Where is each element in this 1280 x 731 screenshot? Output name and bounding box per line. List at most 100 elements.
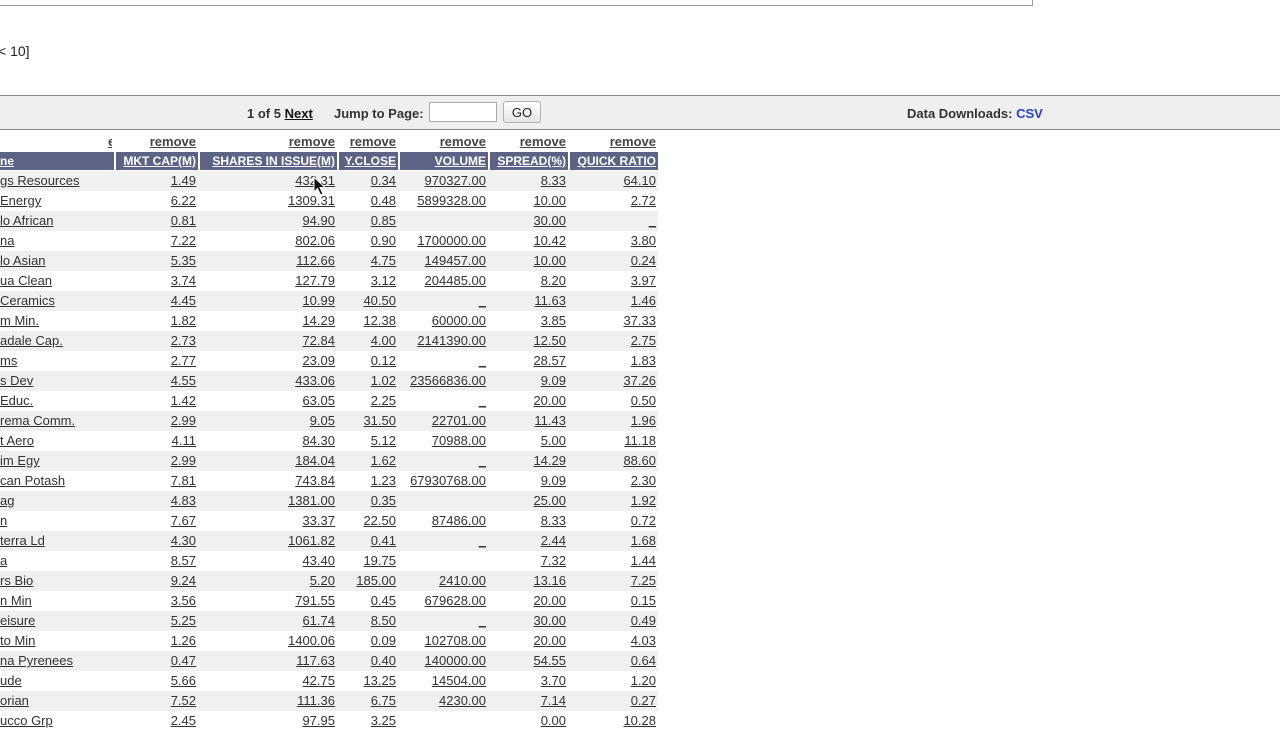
table-cell[interactable]: 2141390.00 bbox=[400, 331, 488, 351]
table-cell[interactable]: 10.99 bbox=[200, 291, 337, 311]
column-header[interactable]: ne bbox=[0, 152, 114, 170]
table-cell[interactable]: 9.05 bbox=[200, 411, 337, 431]
table-cell[interactable]: 14504.00 bbox=[400, 671, 488, 691]
table-cell[interactable]: 7.14 bbox=[490, 691, 568, 711]
company-name-link[interactable]: orian bbox=[0, 691, 112, 711]
table-cell[interactable]: 37.33 bbox=[570, 311, 658, 331]
table-cell[interactable]: 20.00 bbox=[490, 631, 568, 651]
table-cell[interactable]: 4.00 bbox=[339, 331, 398, 351]
table-cell[interactable]: 1.96 bbox=[570, 411, 658, 431]
table-cell[interactable]: 63.05 bbox=[200, 391, 337, 411]
jump-to-page-input[interactable] bbox=[429, 102, 497, 122]
table-cell[interactable]: 3.25 bbox=[339, 711, 398, 731]
table-cell[interactable]: 67930768.00 bbox=[400, 471, 488, 491]
table-cell[interactable]: 1.68 bbox=[570, 531, 658, 551]
table-cell[interactable]: 0.15 bbox=[570, 591, 658, 611]
table-cell[interactable]: 8.50 bbox=[339, 611, 398, 631]
table-cell[interactable]: 3.85 bbox=[490, 311, 568, 331]
table-cell[interactable]: 14.29 bbox=[200, 311, 337, 331]
table-cell[interactable]: 31.50 bbox=[339, 411, 398, 431]
column-header[interactable]: MKT CAP(M) bbox=[116, 152, 198, 170]
table-cell[interactable]: 112.66 bbox=[200, 251, 337, 271]
table-cell[interactable]: 1.92 bbox=[570, 491, 658, 511]
table-cell[interactable]: 60000.00 bbox=[400, 311, 488, 331]
company-name-link[interactable]: Educ. bbox=[0, 391, 112, 411]
company-name-link[interactable]: eisure bbox=[0, 611, 112, 631]
table-cell[interactable]: 3.80 bbox=[570, 231, 658, 251]
table-cell[interactable]: 7.32 bbox=[490, 551, 568, 571]
table-cell[interactable]: 30.00 bbox=[490, 611, 568, 631]
table-cell[interactable]: 140000.00 bbox=[400, 651, 488, 671]
company-name-link[interactable]: ucco Grp bbox=[0, 711, 112, 731]
table-cell[interactable]: 679628.00 bbox=[400, 591, 488, 611]
table-cell[interactable]: _ bbox=[400, 611, 488, 631]
table-cell[interactable] bbox=[400, 211, 488, 231]
company-name-link[interactable]: Energy bbox=[0, 191, 112, 211]
remove-column-link[interactable]: remove bbox=[398, 134, 486, 150]
table-cell[interactable]: 102708.00 bbox=[400, 631, 488, 651]
table-cell[interactable]: 61.74 bbox=[200, 611, 337, 631]
table-cell[interactable]: 3.97 bbox=[570, 271, 658, 291]
table-cell[interactable]: 10.42 bbox=[490, 231, 568, 251]
table-cell[interactable]: 1061.82 bbox=[200, 531, 337, 551]
company-name-link[interactable]: ua Clean bbox=[0, 271, 112, 291]
table-cell[interactable]: 1400.06 bbox=[200, 631, 337, 651]
table-cell[interactable]: 0.12 bbox=[339, 351, 398, 371]
table-cell[interactable]: 9.09 bbox=[490, 371, 568, 391]
top-input-frame[interactable] bbox=[0, 0, 1033, 6]
table-cell[interactable]: 7.22 bbox=[116, 231, 198, 251]
table-cell[interactable]: 2.30 bbox=[570, 471, 658, 491]
table-cell[interactable]: _ bbox=[400, 351, 488, 371]
table-cell[interactable]: _ bbox=[400, 391, 488, 411]
company-name-link[interactable]: ude bbox=[0, 671, 112, 691]
table-cell[interactable]: 11.43 bbox=[490, 411, 568, 431]
company-name-link[interactable]: ms bbox=[0, 351, 112, 371]
table-cell[interactable]: 12.38 bbox=[339, 311, 398, 331]
table-cell[interactable]: 72.84 bbox=[200, 331, 337, 351]
table-cell[interactable]: 5.20 bbox=[200, 571, 337, 591]
table-cell[interactable]: 4.75 bbox=[339, 251, 398, 271]
table-cell[interactable]: 88.60 bbox=[570, 451, 658, 471]
table-cell[interactable]: 10.28 bbox=[570, 711, 658, 731]
table-cell[interactable]: 2.44 bbox=[490, 531, 568, 551]
table-cell[interactable]: 7.52 bbox=[116, 691, 198, 711]
table-cell[interactable]: 5.35 bbox=[116, 251, 198, 271]
company-name-link[interactable]: s Dev bbox=[0, 371, 112, 391]
table-cell[interactable]: 2410.00 bbox=[400, 571, 488, 591]
table-cell[interactable]: 1.62 bbox=[339, 451, 398, 471]
table-cell[interactable]: 8.20 bbox=[490, 271, 568, 291]
table-cell[interactable]: 0.47 bbox=[116, 651, 198, 671]
next-page-link[interactable]: Next bbox=[285, 106, 313, 121]
table-cell[interactable]: 10.00 bbox=[490, 191, 568, 211]
table-cell[interactable]: 8.33 bbox=[490, 171, 568, 191]
table-cell[interactable]: 117.63 bbox=[200, 651, 337, 671]
table-cell[interactable]: 30.00 bbox=[490, 211, 568, 231]
table-cell[interactable]: 70988.00 bbox=[400, 431, 488, 451]
table-cell[interactable]: 8.57 bbox=[116, 551, 198, 571]
table-cell[interactable]: 7.25 bbox=[570, 571, 658, 591]
table-cell[interactable]: 0.72 bbox=[570, 511, 658, 531]
table-cell[interactable]: 22701.00 bbox=[400, 411, 488, 431]
table-cell[interactable]: 802.06 bbox=[200, 231, 337, 251]
table-cell[interactable]: 1.23 bbox=[339, 471, 398, 491]
table-cell[interactable]: 10.00 bbox=[490, 251, 568, 271]
table-cell[interactable]: 111.36 bbox=[200, 691, 337, 711]
table-cell[interactable]: 3.56 bbox=[116, 591, 198, 611]
table-cell[interactable]: 9.09 bbox=[490, 471, 568, 491]
remove-column-link[interactable]: remove bbox=[568, 134, 656, 150]
table-cell[interactable]: 1700000.00 bbox=[400, 231, 488, 251]
table-cell[interactable]: 1.49 bbox=[116, 171, 198, 191]
table-cell[interactable]: 13.16 bbox=[490, 571, 568, 591]
table-cell[interactable]: 11.63 bbox=[490, 291, 568, 311]
table-cell[interactable]: 19.75 bbox=[339, 551, 398, 571]
table-cell[interactable]: 5.12 bbox=[339, 431, 398, 451]
table-cell[interactable]: 204485.00 bbox=[400, 271, 488, 291]
table-cell[interactable]: 0.64 bbox=[570, 651, 658, 671]
column-header[interactable]: SPREAD(%) bbox=[490, 152, 568, 170]
table-cell[interactable]: 13.25 bbox=[339, 671, 398, 691]
table-cell[interactable]: 23566836.00 bbox=[400, 371, 488, 391]
table-cell[interactable]: 25.00 bbox=[490, 491, 568, 511]
table-cell[interactable]: 0.50 bbox=[570, 391, 658, 411]
table-cell[interactable]: 127.79 bbox=[200, 271, 337, 291]
company-name-link[interactable]: na Pyrenees bbox=[0, 651, 112, 671]
